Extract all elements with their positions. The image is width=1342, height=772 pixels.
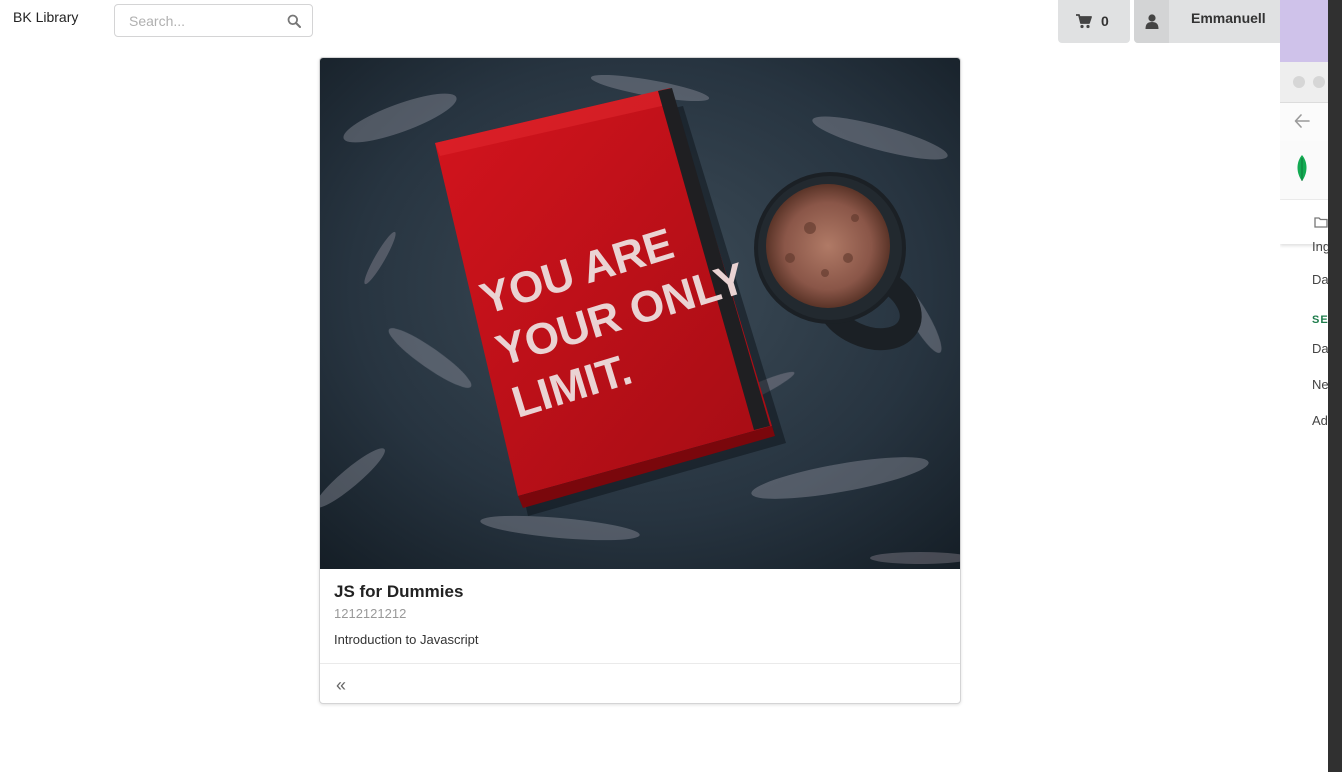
brand-logo-link[interactable]: BK Library xyxy=(13,9,78,25)
card-footer: « xyxy=(320,663,960,703)
cart-count: 0 xyxy=(1101,13,1109,29)
overlapping-window-fragment: Ing Da SE Da Ne Ad xyxy=(1280,0,1342,772)
back-button[interactable]: « xyxy=(336,676,346,694)
shopping-cart-icon xyxy=(1076,14,1092,29)
book-cover-image: YOU ARE YOUR ONLY LIMIT. xyxy=(320,58,960,569)
side-item-3[interactable]: Da xyxy=(1312,341,1329,356)
window-minimize-dot[interactable] xyxy=(1313,76,1325,88)
book-isbn: 1212121212 xyxy=(334,606,407,621)
window-close-dot[interactable] xyxy=(1293,76,1305,88)
search-icon[interactable] xyxy=(287,14,301,28)
window-edge-strip xyxy=(1328,0,1342,772)
book-description: Introduction to Javascript xyxy=(334,632,479,647)
side-item-4[interactable]: Ne xyxy=(1312,377,1329,392)
folder-icon[interactable] xyxy=(1314,216,1328,228)
user-icon xyxy=(1145,14,1159,29)
search-box[interactable] xyxy=(114,4,313,37)
search-input[interactable] xyxy=(115,5,299,36)
book-title: JS for Dummies xyxy=(334,582,464,601)
user-name: Emmanuell xyxy=(1191,10,1266,26)
cart-button[interactable]: 0 xyxy=(1058,0,1130,43)
user-menu-button[interactable]: Emmanuell xyxy=(1134,0,1280,43)
back-arrow-icon[interactable] xyxy=(1294,114,1310,128)
book-card: YOU ARE YOUR ONLY LIMIT. JS for Dummies … xyxy=(319,57,961,704)
side-item-5[interactable]: Ad xyxy=(1312,413,1328,428)
side-item-2[interactable]: Da xyxy=(1312,272,1329,287)
leaf-logo-icon xyxy=(1297,155,1307,181)
side-section-label: SE xyxy=(1312,314,1329,326)
user-icon-box xyxy=(1134,0,1169,43)
